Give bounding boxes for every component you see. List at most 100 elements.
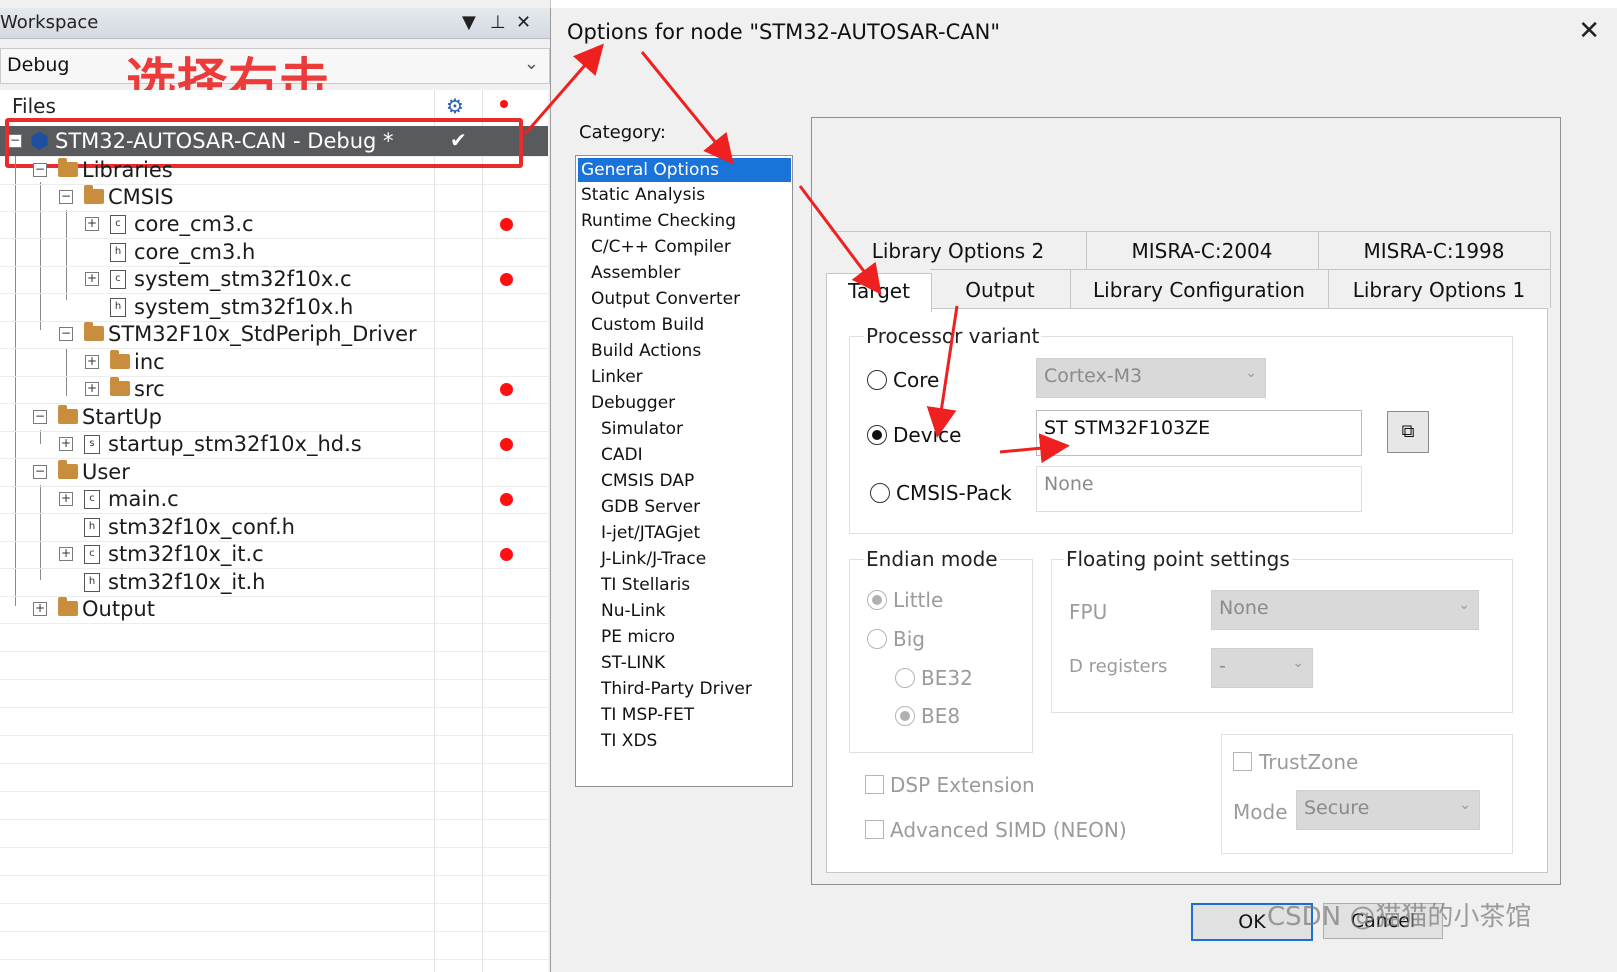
expand-icon[interactable]: + xyxy=(33,602,47,616)
tree-row-empty xyxy=(0,791,548,820)
tree-row-main-c[interactable]: + c main.c xyxy=(0,485,548,514)
core-label: Core xyxy=(893,368,940,392)
tree-row-startup-s[interactable]: + s startup_stm32f10x_hd.s xyxy=(0,430,548,459)
tree-row-system-c[interactable]: + c system_stm32f10x.c xyxy=(0,265,548,294)
tab-library-options-1[interactable]: Library Options 1 xyxy=(1328,269,1551,308)
endian-mode-title: Endian mode xyxy=(864,547,1000,571)
tree-row-libraries[interactable]: − Libraries xyxy=(0,156,548,185)
tab-misra-1998[interactable]: MISRA-C:1998 xyxy=(1318,231,1551,270)
device-browse-button[interactable]: ⧉ xyxy=(1387,411,1429,453)
category-item[interactable]: Output Converter xyxy=(591,289,740,309)
tree-row-system-h[interactable]: h system_stm32f10x.h xyxy=(0,293,548,322)
neon-label: Advanced SIMD (NEON) xyxy=(890,818,1127,842)
tree-row-startup[interactable]: − StartUp xyxy=(0,403,548,432)
chevron-down-icon: ⌄ xyxy=(1245,365,1257,381)
breakpoint-icon xyxy=(500,273,513,286)
tree-row-core-cm3-c[interactable]: + c core_cm3.c xyxy=(0,210,548,239)
category-item[interactable]: CMSIS DAP xyxy=(601,471,694,491)
collapse-icon[interactable]: − xyxy=(59,190,73,204)
category-item[interactable]: Linker xyxy=(591,367,643,387)
tree-label: inc xyxy=(134,350,165,374)
category-item[interactable]: ST-LINK xyxy=(601,653,665,673)
category-item[interactable]: J-Link/J-Trace xyxy=(601,549,706,569)
category-label: Category: xyxy=(579,122,666,143)
tree-label: Libraries xyxy=(82,158,173,182)
s-file-icon: s xyxy=(84,435,100,454)
chevron-down-icon: ⌄ xyxy=(1458,597,1470,613)
tab-misra-2004[interactable]: MISRA-C:2004 xyxy=(1086,231,1319,270)
expand-icon[interactable]: + xyxy=(59,547,73,561)
category-list[interactable]: General Options Static Analysis Runtime … xyxy=(575,155,793,787)
tree-label: User xyxy=(82,460,130,484)
tree-row-core-cm3-h[interactable]: h core_cm3.h xyxy=(0,238,548,267)
core-radio[interactable] xyxy=(867,370,887,390)
close-icon[interactable]: ✕ xyxy=(516,12,531,33)
category-item[interactable]: Debugger xyxy=(591,393,675,413)
tree-row-output[interactable]: + Output xyxy=(0,595,548,624)
tree-row-it-c[interactable]: + c stm32f10x_it.c xyxy=(0,540,548,569)
tree-row-it-h[interactable]: h stm32f10x_it.h xyxy=(0,568,548,597)
workspace-panel: Workspace ▼ ⊥ ✕ Debug ⌄ 选择右击 Files ⚙ − ⬢… xyxy=(0,0,551,972)
category-item[interactable]: GDB Server xyxy=(601,497,700,517)
category-item[interactable]: C/C++ Compiler xyxy=(591,237,731,257)
expand-icon[interactable]: + xyxy=(85,355,99,369)
device-field[interactable]: ST STM32F103ZE xyxy=(1036,410,1362,456)
category-item[interactable]: Simulator xyxy=(601,419,683,439)
tab-label: Target xyxy=(848,279,910,303)
tree-row-empty xyxy=(0,679,548,708)
big-radio xyxy=(867,629,887,649)
category-item[interactable]: Nu-Link xyxy=(601,601,665,621)
tab-library-options-2[interactable]: Library Options 2 xyxy=(830,231,1087,270)
category-item[interactable]: Build Actions xyxy=(591,341,701,361)
expand-icon[interactable]: + xyxy=(85,217,99,231)
collapse-icon[interactable]: − xyxy=(33,465,47,479)
h-file-icon: h xyxy=(84,573,100,592)
tab-output[interactable]: Output xyxy=(930,269,1071,308)
category-item[interactable]: Custom Build xyxy=(591,315,704,335)
expand-icon[interactable]: + xyxy=(59,437,73,451)
device-label: Device xyxy=(893,423,962,447)
tree-row-inc[interactable]: + inc xyxy=(0,348,548,377)
cmsis-pack-value: None xyxy=(1044,473,1094,495)
category-item[interactable]: CADI xyxy=(601,445,643,465)
breakpoint-icon xyxy=(500,548,513,561)
tab-target[interactable]: Target xyxy=(826,273,932,312)
tree-row-cmsis[interactable]: − CMSIS xyxy=(0,183,548,212)
category-item[interactable]: Static Analysis xyxy=(581,185,705,205)
category-item[interactable]: PE micro xyxy=(601,627,675,647)
category-item[interactable]: TI MSP-FET xyxy=(601,705,694,725)
options-dialog: Options for node "STM32-AUTOSAR-CAN" ✕ C… xyxy=(550,8,1617,972)
h-file-icon: h xyxy=(110,243,126,262)
tree-row-src[interactable]: + src xyxy=(0,375,548,404)
close-icon[interactable]: ✕ xyxy=(1578,16,1600,46)
expand-icon[interactable]: + xyxy=(85,382,99,396)
watermark: CSDN @猫猫的小茶馆 xyxy=(1267,902,1532,932)
category-item[interactable]: Runtime Checking xyxy=(581,211,736,231)
category-item[interactable]: Third-Party Driver xyxy=(601,679,752,699)
dropdown-icon[interactable]: ▼ xyxy=(462,12,476,33)
category-item[interactable]: TI Stellaris xyxy=(601,575,690,595)
category-item[interactable]: Assembler xyxy=(591,263,680,283)
gear-icon[interactable]: ⚙ xyxy=(446,94,464,118)
pin-icon[interactable]: ⊥ xyxy=(490,12,506,33)
tree-row-stdperiph[interactable]: − STM32F10x_StdPeriph_Driver xyxy=(0,320,548,349)
category-item[interactable]: I-jet/JTAGjet xyxy=(601,523,700,543)
collapse-icon[interactable]: − xyxy=(33,410,47,424)
expand-icon[interactable]: + xyxy=(59,492,73,506)
tab-library-configuration[interactable]: Library Configuration xyxy=(1070,269,1329,308)
device-radio[interactable] xyxy=(867,425,887,445)
tree-row-empty xyxy=(0,847,548,876)
tree-label: STM32F10x_StdPeriph_Driver xyxy=(108,322,417,346)
tree-row-empty xyxy=(0,875,548,904)
collapse-icon[interactable]: − xyxy=(59,327,73,341)
tab-label: MISRA-C:2004 xyxy=(1131,239,1273,263)
category-item[interactable]: TI XDS xyxy=(601,731,657,751)
fpu-label: FPU xyxy=(1069,600,1108,624)
tree-label: startup_stm32f10x_hd.s xyxy=(108,432,362,456)
expand-icon[interactable]: + xyxy=(85,272,99,286)
collapse-icon[interactable]: − xyxy=(33,163,47,177)
cmsis-pack-radio[interactable] xyxy=(870,483,890,503)
tree-row-user[interactable]: − User xyxy=(0,458,548,487)
tree-row-conf-h[interactable]: h stm32f10x_conf.h xyxy=(0,513,548,542)
category-general-options[interactable]: General Options xyxy=(578,158,791,182)
